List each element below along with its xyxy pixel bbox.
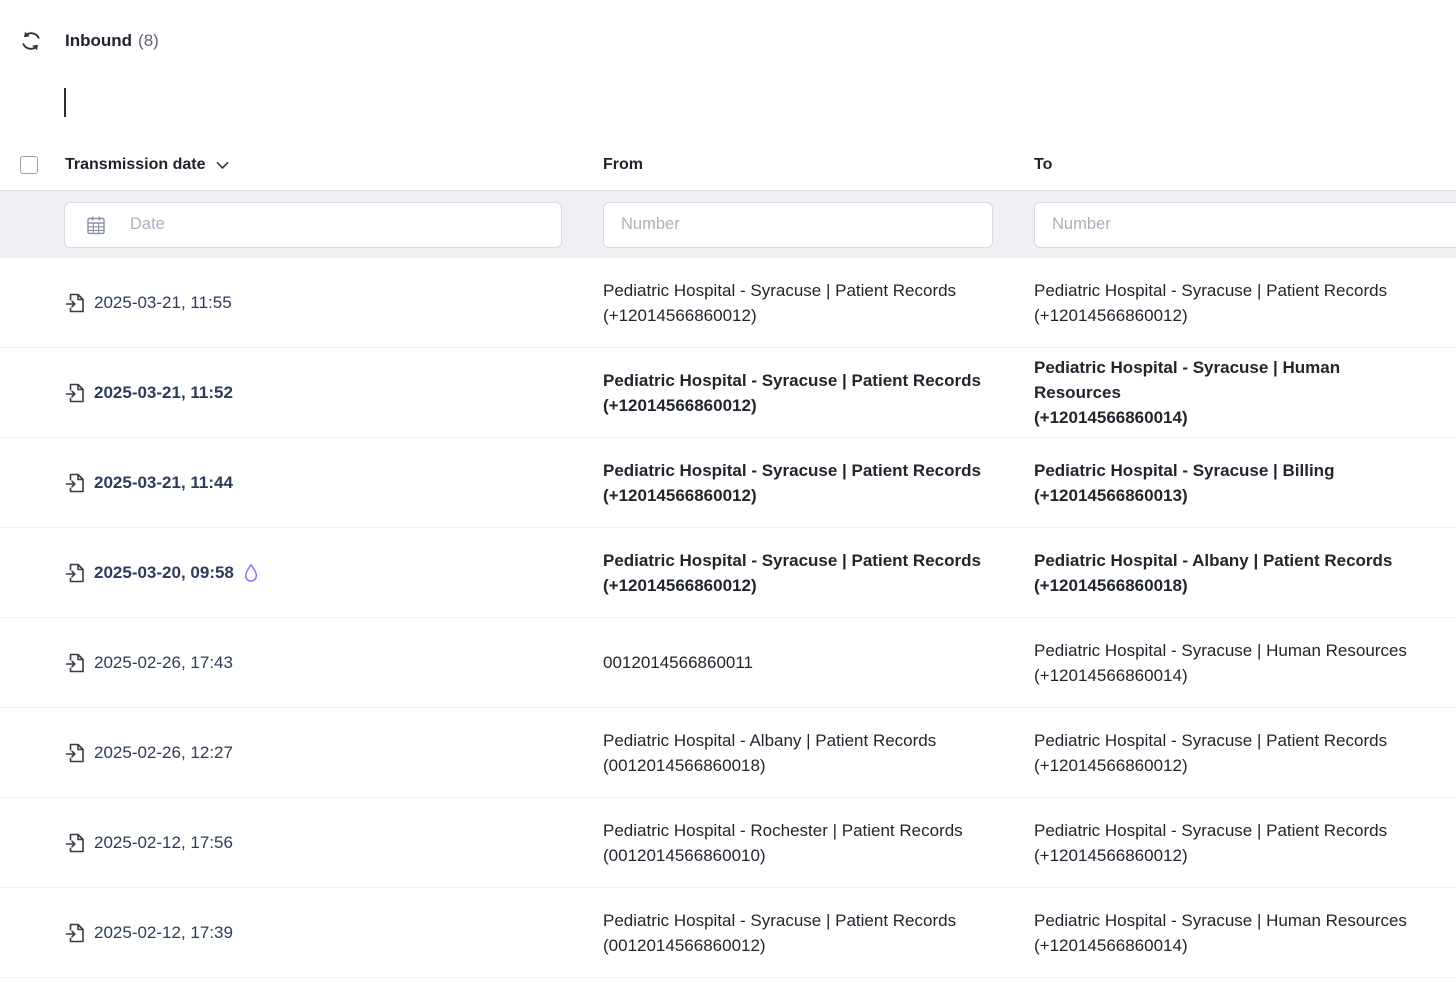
to-name: Pediatric Hospital - Syracuse | Human Re…	[1034, 638, 1416, 663]
from-name: Pediatric Hospital - Syracuse | Patient …	[603, 278, 994, 303]
inbound-fax-icon	[65, 652, 86, 674]
to-cell: Pediatric Hospital - Syracuse | Patient …	[1034, 798, 1456, 887]
refresh-icon	[20, 30, 42, 52]
from-name: 0012014566860011	[603, 650, 994, 675]
from-name: Pediatric Hospital - Syracuse | Patient …	[603, 368, 994, 393]
page-title: Inbound	[65, 31, 132, 51]
to-cell: Pediatric Hospital - Syracuse | Patient …	[1034, 258, 1456, 347]
from-cell: 0012014566860011	[603, 618, 1034, 707]
to-name: Pediatric Hospital - Albany | Patient Re…	[1034, 548, 1416, 573]
inbound-fax-icon	[65, 292, 86, 314]
filter-row	[0, 190, 1456, 258]
from-cell: Pediatric Hospital - Syracuse | Patient …	[603, 348, 1034, 437]
from-cell: Pediatric Hospital - Albany | Patient Re…	[603, 708, 1034, 797]
table-header-row: Transmission date From To	[0, 140, 1456, 190]
inbound-fax-icon	[65, 382, 86, 404]
to-number: (+12014566860018)	[1034, 573, 1416, 598]
column-to: To	[1034, 156, 1456, 174]
text-cursor	[64, 88, 66, 117]
to-number: (+12014566860014)	[1034, 933, 1416, 958]
to-cell: Pediatric Hospital - Syracuse | Human Re…	[1034, 618, 1456, 707]
transmission-date: 2025-02-26, 12:27	[94, 743, 233, 763]
from-name: Pediatric Hospital - Syracuse | Patient …	[603, 908, 994, 933]
to-name: Pediatric Hospital - Syracuse | Patient …	[1034, 818, 1416, 843]
table-body: 2025-03-21, 11:55 Pediatric Hospital - S…	[0, 258, 1456, 978]
table-row[interactable]: 2025-03-21, 11:55 Pediatric Hospital - S…	[0, 258, 1456, 348]
inbound-fax-icon	[65, 472, 86, 494]
to-number-filter-input[interactable]	[1034, 202, 1456, 248]
transmission-date: 2025-02-12, 17:39	[94, 923, 233, 943]
date-filter-input[interactable]	[64, 202, 562, 248]
from-name: Pediatric Hospital - Albany | Patient Re…	[603, 728, 994, 753]
from-name: Pediatric Hospital - Syracuse | Patient …	[603, 458, 994, 483]
chevron-down-icon[interactable]	[216, 161, 229, 170]
from-number-filter-input[interactable]	[603, 202, 993, 248]
transmission-date: 2025-03-21, 11:52	[94, 383, 233, 403]
transmission-date: 2025-03-21, 11:44	[94, 473, 233, 493]
to-number: (+12014566860014)	[1034, 405, 1416, 430]
to-name: Pediatric Hospital - Syracuse | Human Re…	[1034, 908, 1416, 933]
from-cell: Pediatric Hospital - Rochester | Patient…	[603, 798, 1034, 887]
from-name: Pediatric Hospital - Rochester | Patient…	[603, 818, 994, 843]
from-number: (+12014566860012)	[603, 483, 994, 508]
from-number: (+12014566860012)	[603, 303, 994, 328]
transmission-date: 2025-02-26, 17:43	[94, 653, 233, 673]
to-cell: Pediatric Hospital - Syracuse | Human Re…	[1034, 348, 1456, 437]
from-cell: Pediatric Hospital - Syracuse | Patient …	[603, 888, 1034, 977]
from-number: (0012014566860010)	[603, 843, 994, 868]
inbound-count-badge: (8)	[138, 31, 159, 51]
select-all-checkbox[interactable]	[20, 156, 38, 174]
to-number: (+12014566860012)	[1034, 753, 1416, 778]
from-cell: Pediatric Hospital - Syracuse | Patient …	[603, 438, 1034, 527]
table-row[interactable]: 2025-02-12, 17:39 Pediatric Hospital - S…	[0, 888, 1456, 978]
to-cell: Pediatric Hospital - Syracuse | Billing …	[1034, 438, 1456, 527]
column-transmission-date[interactable]: Transmission date	[65, 156, 206, 174]
to-cell: Pediatric Hospital - Albany | Patient Re…	[1034, 528, 1456, 617]
refresh-button[interactable]	[18, 28, 44, 54]
transmission-date: 2025-02-12, 17:56	[94, 833, 233, 853]
redacted-droplet-icon	[243, 563, 259, 583]
inbound-fax-icon	[65, 832, 86, 854]
transmission-date: 2025-03-20, 09:58	[94, 563, 234, 583]
from-name: Pediatric Hospital - Syracuse | Patient …	[603, 548, 994, 573]
to-name: Pediatric Hospital - Syracuse | Human Re…	[1034, 355, 1416, 405]
from-number: (+12014566860012)	[603, 573, 994, 598]
inbound-fax-icon	[65, 562, 86, 584]
from-number: (+12014566860012)	[603, 393, 994, 418]
to-number: (+12014566860014)	[1034, 663, 1416, 688]
inbound-fax-icon	[65, 742, 86, 764]
from-number: (0012014566860018)	[603, 753, 994, 778]
topbar: Inbound (8)	[18, 28, 159, 54]
table-row[interactable]: 2025-03-20, 09:58 Pediatric Hospital - S…	[0, 528, 1456, 618]
inbound-fax-icon	[65, 922, 86, 944]
to-number: (+12014566860012)	[1034, 843, 1416, 868]
to-cell: Pediatric Hospital - Syracuse | Human Re…	[1034, 888, 1456, 977]
to-name: Pediatric Hospital - Syracuse | Patient …	[1034, 278, 1416, 303]
to-name: Pediatric Hospital - Syracuse | Billing	[1034, 458, 1416, 483]
table-row[interactable]: 2025-03-21, 11:52 Pediatric Hospital - S…	[0, 348, 1456, 438]
from-cell: Pediatric Hospital - Syracuse | Patient …	[603, 528, 1034, 617]
from-cell: Pediatric Hospital - Syracuse | Patient …	[603, 258, 1034, 347]
from-number: (0012014566860012)	[603, 933, 994, 958]
table-row[interactable]: 2025-02-26, 17:43 0012014566860011 Pedia…	[0, 618, 1456, 708]
table-row[interactable]: 2025-02-12, 17:56 Pediatric Hospital - R…	[0, 798, 1456, 888]
to-number: (+12014566860012)	[1034, 303, 1416, 328]
table-row[interactable]: 2025-03-21, 11:44 Pediatric Hospital - S…	[0, 438, 1456, 528]
table-row[interactable]: 2025-02-26, 12:27 Pediatric Hospital - A…	[0, 708, 1456, 798]
transmission-date: 2025-03-21, 11:55	[94, 293, 232, 313]
to-number: (+12014566860013)	[1034, 483, 1416, 508]
to-name: Pediatric Hospital - Syracuse | Patient …	[1034, 728, 1416, 753]
to-cell: Pediatric Hospital - Syracuse | Patient …	[1034, 708, 1456, 797]
column-from: From	[603, 156, 1034, 174]
